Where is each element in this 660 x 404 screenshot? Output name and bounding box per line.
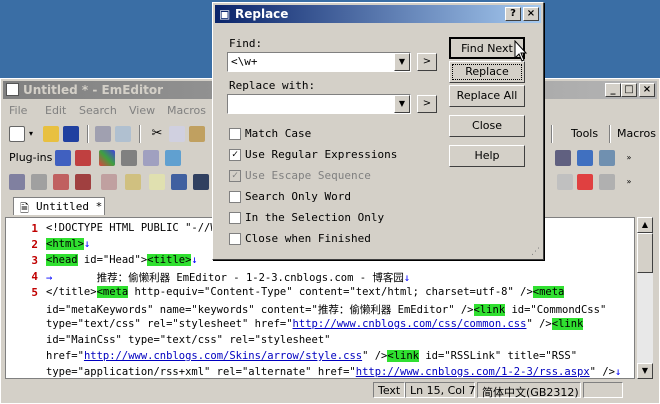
- plugin-icon[interactable]: [599, 150, 615, 166]
- dialog-close-button[interactable]: ×: [523, 7, 539, 21]
- paste-icon[interactable]: [189, 126, 205, 142]
- checkbox[interactable]: [229, 233, 241, 245]
- print-preview-icon[interactable]: [115, 126, 131, 142]
- menu-file[interactable]: File: [9, 104, 27, 117]
- plugin-icon[interactable]: [577, 150, 593, 166]
- checkbox-checked[interactable]: ✓: [229, 149, 241, 161]
- save-icon[interactable]: [63, 126, 79, 142]
- line-number-gutter: 1 2 3 4 5: [6, 218, 42, 378]
- plugin-icon[interactable]: [101, 174, 117, 190]
- plugin-icon[interactable]: [121, 150, 137, 166]
- menu-macros[interactable]: Macros: [167, 104, 206, 117]
- code-line: → 推荐：偷懒利器 EmEditor - 1-2-3.cnblogs.com -…: [46, 272, 411, 284]
- scroll-up-button[interactable]: ▲: [637, 217, 653, 233]
- code-line: id="metaKeywords" name="keywords" conten…: [46, 304, 607, 316]
- line-number: 1: [31, 222, 38, 235]
- plugin-icon[interactable]: [171, 174, 187, 190]
- mouse-cursor-icon: [514, 40, 528, 62]
- plugins-label: Plug-ins: [9, 151, 53, 164]
- more-icon[interactable]: »: [621, 150, 637, 166]
- tab-untitled[interactable]: 🗎 Untitled *: [13, 197, 105, 215]
- line-number: 5: [31, 286, 38, 299]
- minimize-button[interactable]: _: [605, 83, 621, 97]
- plugin-icon[interactable]: [149, 174, 165, 190]
- code-line: <html>↓: [46, 238, 91, 250]
- maximize-button[interactable]: □: [621, 83, 637, 97]
- table-icon[interactable]: [555, 150, 571, 166]
- tools-toolbar-label[interactable]: Tools: [571, 127, 598, 140]
- code-line: <head id="Head"><title>↓: [46, 254, 198, 266]
- print-icon[interactable]: [95, 126, 111, 142]
- new-icon[interactable]: [9, 126, 25, 142]
- plugin-icon[interactable]: [577, 174, 593, 190]
- replace-dialog: ▣ Replace ? × Find: <\w+ ▼ > Replace wit…: [212, 2, 544, 260]
- status-encoding[interactable]: 简体中文(GB2312): [477, 382, 581, 399]
- find-combo[interactable]: <\w+ ▼: [227, 52, 411, 72]
- code-line: type="text/css" rel="stylesheet" href="h…: [46, 318, 584, 330]
- line-number: 2: [31, 238, 38, 251]
- line-number: 4: [31, 270, 38, 283]
- code-line: <!DOCTYPE HTML PUBLIC "-//W3C: [46, 222, 230, 234]
- status-position: Ln 15, Col 7: [405, 382, 476, 398]
- plugin-icon[interactable]: [557, 174, 573, 190]
- checkbox[interactable]: [229, 128, 241, 140]
- macros-toolbar-label[interactable]: Macros: [617, 127, 656, 140]
- resize-grip-icon[interactable]: ⋰: [531, 247, 541, 257]
- color-plugin-icon[interactable]: [99, 150, 115, 166]
- checkbox-checked-disabled: ✓: [229, 170, 241, 182]
- menu-search[interactable]: Search: [79, 104, 117, 117]
- find-menu-arrow-button[interactable]: >: [417, 53, 437, 71]
- chevron-down-icon[interactable]: ▼: [394, 53, 410, 71]
- checkbox[interactable]: [229, 212, 241, 224]
- box-icon[interactable]: [193, 174, 209, 190]
- plugin-icon[interactable]: [75, 150, 91, 166]
- replace-button[interactable]: Replace: [449, 61, 525, 83]
- replace-combo[interactable]: ▼: [227, 94, 411, 114]
- close-window-button[interactable]: ×: [639, 83, 655, 97]
- open-folder-icon[interactable]: [43, 126, 59, 142]
- arrow-icon[interactable]: [75, 174, 91, 190]
- dialog-title-bar[interactable]: ▣ Replace ? ×: [215, 5, 541, 23]
- status-mode: Text: [373, 382, 406, 398]
- list-icon[interactable]: [31, 174, 47, 190]
- more-icon[interactable]: »: [621, 174, 637, 190]
- plugin-icon[interactable]: [125, 174, 141, 190]
- dialog-title: Replace: [235, 7, 289, 21]
- code-line: id="MainCss" type="text/css" rel="styles…: [46, 334, 331, 346]
- dialog-icon: ▣: [219, 7, 231, 21]
- code-line: href="http://www.cnblogs.com/Skins/arrow…: [46, 350, 578, 362]
- notepad-icon: [6, 83, 19, 96]
- help-button[interactable]: Help: [449, 145, 525, 167]
- replace-all-button[interactable]: Replace All: [449, 85, 525, 107]
- menu-view[interactable]: View: [129, 104, 155, 117]
- tab-label: Untitled *: [36, 200, 103, 213]
- status-empty: [583, 382, 623, 398]
- close-button[interactable]: Close: [449, 115, 525, 137]
- find-label: Find:: [229, 37, 263, 50]
- plugin-icon[interactable]: [599, 174, 615, 190]
- replace-menu-arrow-button[interactable]: >: [417, 95, 437, 113]
- window-title: Untitled * - EmEditor: [23, 83, 164, 97]
- chevron-down-icon[interactable]: ▼: [394, 95, 410, 113]
- scroll-thumb[interactable]: [637, 233, 653, 273]
- scroll-down-button[interactable]: ▼: [637, 363, 653, 379]
- cut-icon[interactable]: ✂: [149, 126, 165, 142]
- line-number: 3: [31, 254, 38, 267]
- wrap-icon[interactable]: [53, 174, 69, 190]
- plugin-icon[interactable]: [55, 150, 71, 166]
- copy-icon[interactable]: [169, 126, 185, 142]
- indent-icon[interactable]: [9, 174, 25, 190]
- code-line: type="application/rss+xml" rel="alternat…: [46, 366, 622, 378]
- help-question-button[interactable]: ?: [505, 7, 521, 21]
- menu-edit[interactable]: Edit: [45, 104, 66, 117]
- status-bar: Text Ln 15, Col 7 简体中文(GB2312): [3, 379, 657, 401]
- find-input[interactable]: <\w+: [231, 55, 258, 68]
- vertical-scrollbar[interactable]: ▲ ▼: [637, 217, 653, 379]
- checkbox[interactable]: [229, 191, 241, 203]
- code-line: </title><meta http-equiv="Content-Type" …: [46, 286, 565, 298]
- plugin-icon[interactable]: [143, 150, 159, 166]
- plugin-icon[interactable]: [165, 150, 181, 166]
- replace-label: Replace with:: [229, 79, 316, 92]
